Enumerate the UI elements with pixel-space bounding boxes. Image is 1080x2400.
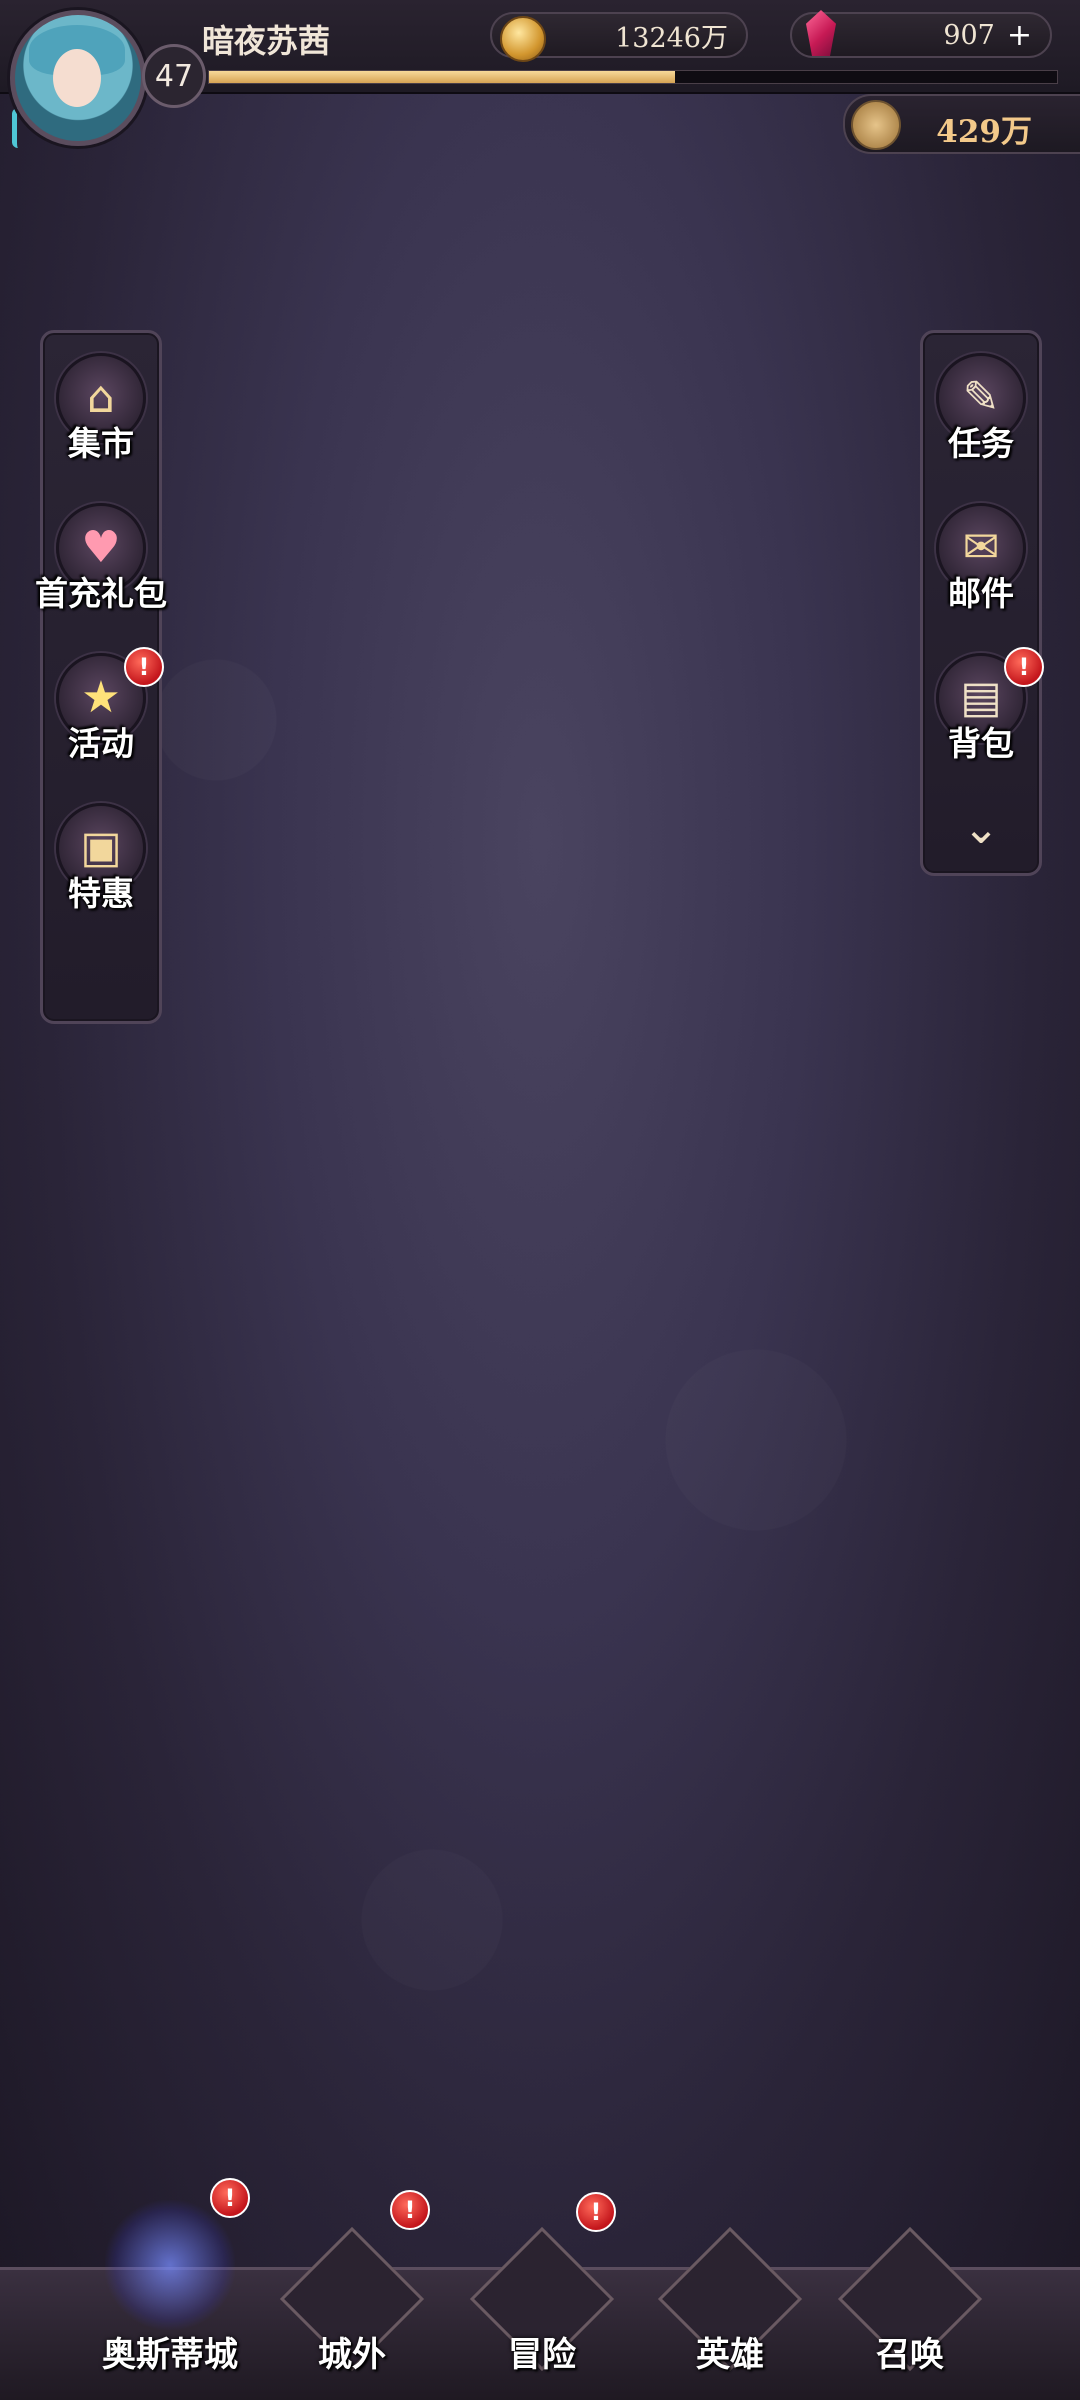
nav-label: 召唤 (876, 2335, 944, 2375)
gold-value: 13246万 (615, 22, 728, 54)
menu-label: 特惠 (68, 874, 134, 913)
add-gems-icon[interactable]: + (1007, 18, 1032, 53)
right-side-menu: ✎ 任务 ✉ 邮件 ▤ ! 背包 ⌄ (920, 330, 1044, 876)
expand-chevron-icon[interactable]: ⌄ (963, 803, 1000, 854)
menu-label: 活动 (68, 724, 134, 763)
player-level-badge: 47 (142, 44, 206, 108)
menu-item-backpack[interactable]: ▤ ! 背包 (896, 647, 1066, 783)
alert-badge: ! (1004, 647, 1044, 687)
nav-label: 英雄 (696, 2335, 764, 2375)
menu-item-first-recharge[interactable]: ♥ 首充礼包 (16, 503, 186, 633)
gem-icon (806, 10, 836, 56)
player-name: 暗夜苏茜 (202, 22, 331, 60)
menu-label: 背包 (948, 724, 1014, 763)
alert-badge: ! (390, 2190, 430, 2230)
menu-item-mail[interactable]: ✉ 邮件 (896, 503, 1066, 633)
alert-badge: ! (124, 647, 164, 687)
nav-summon[interactable]: 召唤 (820, 2150, 1000, 2400)
summon-crest-icon (851, 100, 901, 150)
city-icon (105, 2200, 235, 2330)
nav-adventure[interactable]: ! 冒险 (452, 2150, 632, 2400)
nav-label: 奥斯蒂城 (102, 2335, 238, 2375)
nav-outside[interactable]: ! 城外 (262, 2150, 442, 2400)
menu-item-market[interactable]: ⌂ 集市 (16, 353, 186, 483)
nav-label: 城外 (318, 2335, 386, 2375)
menu-label: 任务 (948, 424, 1014, 463)
nav-label: 冒险 (508, 2335, 576, 2375)
gold-counter[interactable]: 13246万 (490, 12, 748, 62)
menu-label: 首充礼包 (35, 574, 167, 613)
menu-item-special-offers[interactable]: ▣ 特惠 (16, 803, 186, 933)
menu-item-events[interactable]: ★ ! 活动 (16, 647, 186, 783)
ticket-value: 429万 (936, 114, 1032, 150)
experience-bar (208, 70, 1058, 84)
menu-label: 集市 (68, 424, 134, 463)
left-side-menu: ⌂ 集市 ♥ 首充礼包 ★ ! 活动 ▣ 特惠 (35, 330, 167, 1024)
experience-fill (209, 71, 676, 83)
gem-counter[interactable]: 907 + (790, 10, 1052, 58)
avatar-face (53, 49, 101, 107)
gem-value: 907 (943, 19, 995, 51)
menu-item-quests[interactable]: ✎ 任务 (896, 353, 1066, 483)
alert-badge: ! (210, 2178, 250, 2218)
nav-heroes[interactable]: 英雄 (640, 2150, 820, 2400)
summon-ticket-counter[interactable]: 429万 (843, 94, 1080, 154)
gold-coin-icon (500, 16, 546, 62)
player-avatar[interactable] (10, 10, 146, 146)
nav-city[interactable]: ! 奥斯蒂城 (80, 2150, 260, 2400)
alert-badge: ! (576, 2192, 616, 2232)
menu-label: 邮件 (948, 574, 1014, 613)
